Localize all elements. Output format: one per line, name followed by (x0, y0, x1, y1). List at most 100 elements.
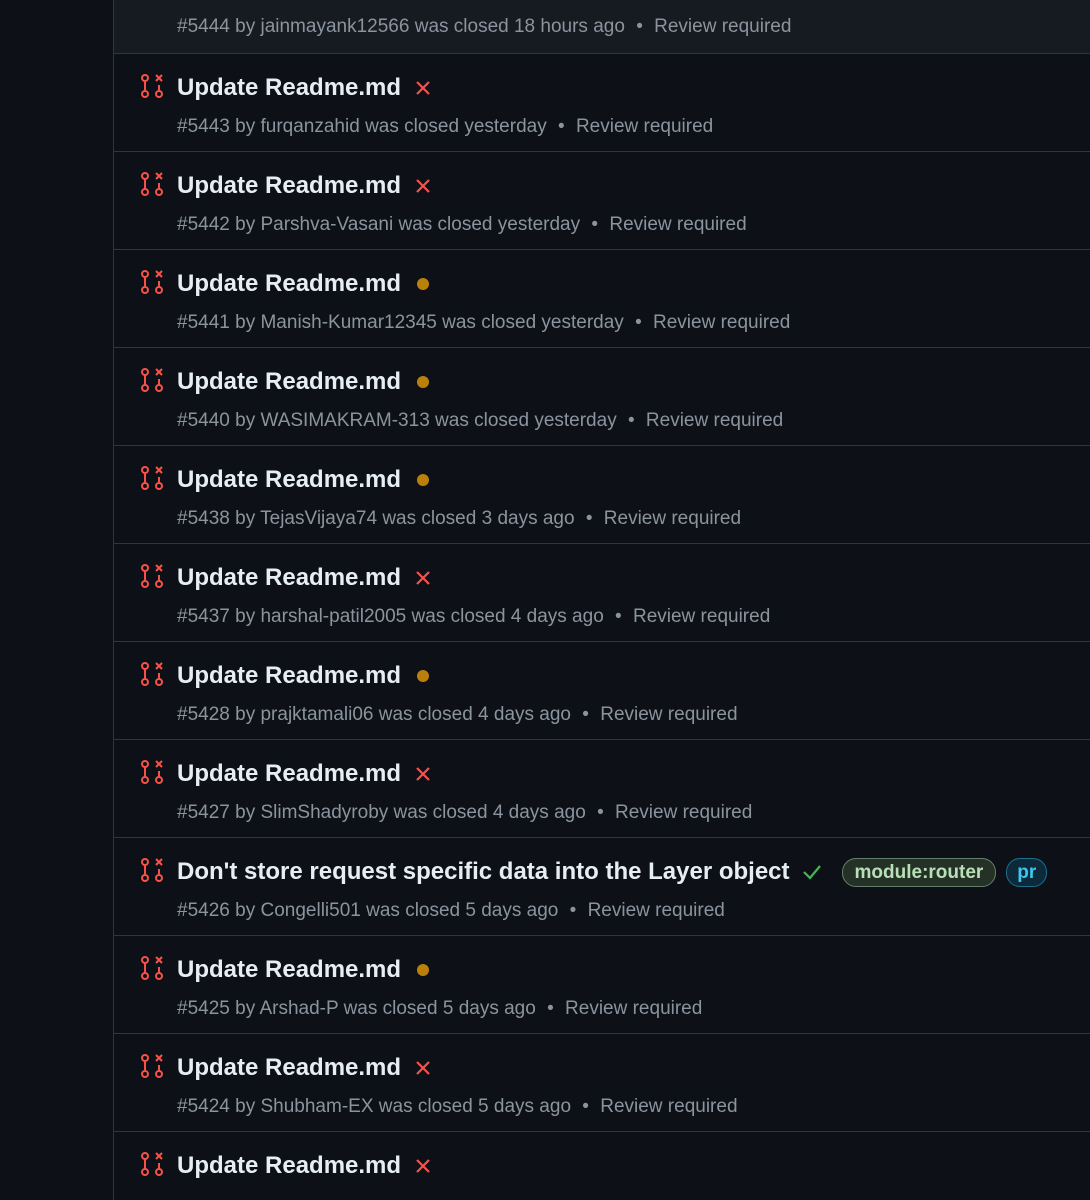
pr-title-link[interactable]: Update Readme.md (177, 268, 401, 300)
failure-x-icon[interactable] (411, 762, 435, 786)
left-gutter (0, 0, 113, 1200)
pull-request-closed-icon (141, 760, 163, 784)
review-status[interactable]: Review required (604, 508, 741, 529)
pr-number[interactable]: #5424 (177, 1096, 230, 1117)
pr-author[interactable]: SlimShadyroby (260, 802, 388, 823)
pr-author[interactable]: furqanzahid (260, 116, 359, 137)
pull-request-row[interactable]: Update Readme.md (114, 1132, 1090, 1200)
pr-number[interactable]: #5440 (177, 410, 230, 431)
failure-x-icon[interactable] (411, 1154, 435, 1178)
pr-closed-time: was closed 4 days ago (411, 606, 604, 627)
review-status[interactable]: Review required (600, 704, 737, 725)
review-status[interactable]: Review required (646, 410, 783, 431)
pr-number[interactable]: #5437 (177, 606, 230, 627)
pr-author[interactable]: jainmayank12566 (260, 16, 409, 37)
pr-author[interactable]: Manish-Kumar12345 (260, 312, 436, 333)
pr-number[interactable]: #5426 (177, 900, 230, 921)
label-module-router[interactable]: module:router (841, 857, 997, 887)
pull-request-closed-icon (141, 466, 163, 490)
pull-request-row[interactable]: Update Readme.md #5442 by Parshva-Vasani… (114, 152, 1090, 250)
review-status[interactable]: Review required (588, 900, 725, 921)
by-text: by (235, 900, 256, 921)
pending-dot-icon[interactable] (411, 370, 435, 394)
pr-title-link[interactable]: Update Readme.md (177, 954, 401, 986)
pr-author[interactable]: TejasVijaya74 (260, 508, 377, 529)
pr-number[interactable]: #5428 (177, 704, 230, 725)
pr-meta: #5426 by Congelli501 was closed 5 days a… (177, 899, 725, 923)
pr-author[interactable]: Shubham-EX (260, 1096, 373, 1117)
separator-dot: • (597, 802, 604, 823)
pr-closed-time: was closed 5 days ago (378, 1096, 572, 1117)
pr-number[interactable]: #5441 (177, 312, 230, 333)
pr-number[interactable]: #5427 (177, 802, 230, 823)
review-status[interactable]: Review required (576, 116, 713, 137)
pending-dot-icon[interactable] (411, 272, 435, 296)
pr-author[interactable]: harshal-patil2005 (260, 606, 406, 627)
pull-request-closed-icon (141, 172, 163, 196)
pr-title-link[interactable]: Update Readme.md (177, 170, 401, 202)
pr-author[interactable]: Arshad-P (259, 998, 338, 1019)
pull-request-row[interactable]: Update Readme.md #5443 by furqanzahid wa… (114, 54, 1090, 152)
review-status[interactable]: Review required (653, 312, 790, 333)
by-text: by (235, 508, 256, 529)
pull-request-row[interactable]: Update Readme.md #5428 by prajktamali06 … (114, 642, 1090, 740)
pr-number[interactable]: #5443 (177, 116, 230, 137)
pending-dot-icon[interactable] (411, 664, 435, 688)
pull-request-closed-icon (141, 74, 163, 98)
pull-request-row[interactable]: Update Readme.md #5425 by Arshad-P was c… (114, 936, 1090, 1034)
pr-author[interactable]: prajktamali06 (260, 704, 373, 725)
pr-title-link[interactable]: Update Readme.md (177, 660, 401, 692)
failure-x-icon[interactable] (411, 174, 435, 198)
label-pr[interactable]: pr (1006, 857, 1048, 887)
pr-title-link[interactable]: Don't store request specific data into t… (177, 856, 790, 888)
pull-request-row[interactable]: #5444 by jainmayank12566 was closed 18 h… (114, 0, 1090, 54)
failure-x-icon[interactable] (411, 1056, 435, 1080)
pr-closed-time: was closed 4 days ago (393, 802, 586, 823)
pr-number[interactable]: #5425 (177, 998, 230, 1019)
pr-meta: #5428 by prajktamali06 was closed 4 days… (177, 703, 738, 727)
pr-meta: #5425 by Arshad-P was closed 5 days ago … (177, 997, 702, 1021)
separator-dot: • (582, 704, 589, 725)
pr-author[interactable]: Parshva-Vasani (260, 214, 393, 235)
review-status[interactable]: Review required (633, 606, 770, 627)
by-text: by (235, 606, 256, 627)
pull-request-row[interactable]: Update Readme.md #5424 by Shubham-EX was… (114, 1034, 1090, 1132)
pr-title-link[interactable]: Update Readme.md (177, 1150, 401, 1182)
pr-number[interactable]: #5442 (177, 214, 230, 235)
pr-title-link[interactable]: Update Readme.md (177, 72, 401, 104)
pending-dot-icon[interactable] (411, 958, 435, 982)
pr-meta: #5424 by Shubham-EX was closed 5 days ag… (177, 1095, 738, 1119)
by-text: by (235, 998, 256, 1019)
success-check-icon[interactable] (800, 860, 824, 884)
failure-x-icon[interactable] (411, 566, 435, 590)
pull-request-row[interactable]: Update Readme.md #5440 by WASIMAKRAM-313… (114, 348, 1090, 446)
pull-request-row[interactable]: Update Readme.md #5437 by harshal-patil2… (114, 544, 1090, 642)
pr-title-link[interactable]: Update Readme.md (177, 1052, 401, 1084)
review-status[interactable]: Review required (654, 16, 791, 37)
pr-title-link[interactable]: Update Readme.md (177, 464, 401, 496)
pr-author[interactable]: WASIMAKRAM-313 (260, 410, 429, 431)
pull-request-row[interactable]: Update Readme.md #5427 by SlimShadyroby … (114, 740, 1090, 838)
review-status[interactable]: Review required (615, 802, 752, 823)
pr-number[interactable]: #5444 (177, 16, 230, 37)
pull-request-row[interactable]: Update Readme.md #5438 by TejasVijaya74 … (114, 446, 1090, 544)
pr-author[interactable]: Congelli501 (260, 900, 360, 921)
pr-meta: #5427 by SlimShadyroby was closed 4 days… (177, 801, 752, 825)
separator-dot: • (636, 16, 643, 37)
pr-closed-time: was closed 5 days ago (366, 900, 559, 921)
failure-x-icon[interactable] (411, 76, 435, 100)
separator-dot: • (627, 410, 635, 431)
pr-meta: #5440 by WASIMAKRAM-313 was closed yeste… (177, 409, 783, 433)
pending-dot-icon[interactable] (411, 468, 435, 492)
pr-title-link[interactable]: Update Readme.md (177, 758, 401, 790)
pr-title-link[interactable]: Update Readme.md (177, 562, 401, 594)
review-status[interactable]: Review required (600, 1096, 737, 1117)
pull-request-closed-icon (141, 270, 163, 294)
pull-request-row[interactable]: Update Readme.md #5441 by Manish-Kumar12… (114, 250, 1090, 348)
pr-title-link[interactable]: Update Readme.md (177, 366, 401, 398)
pr-number[interactable]: #5438 (177, 508, 230, 529)
review-status[interactable]: Review required (565, 998, 702, 1019)
pr-closed-time: was closed 3 days ago (382, 508, 575, 529)
pull-request-row[interactable]: Don't store request specific data into t… (114, 838, 1090, 936)
review-status[interactable]: Review required (609, 214, 746, 235)
